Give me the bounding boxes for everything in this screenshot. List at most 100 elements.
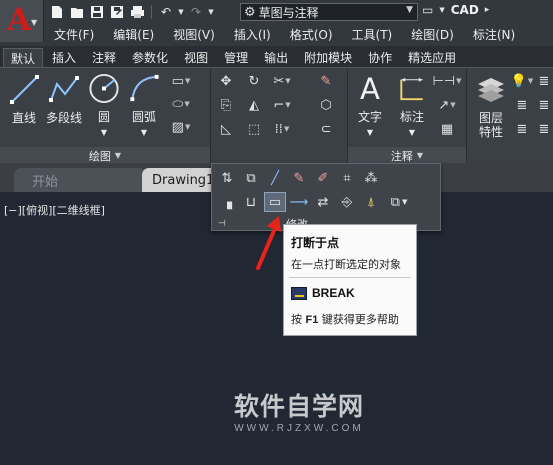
tab-annotate[interactable]: 注释 bbox=[85, 48, 123, 67]
watermark-url: WWW.RJZXW.COM bbox=[234, 423, 364, 434]
menu-insert[interactable]: 插入(I) bbox=[224, 26, 280, 43]
redo-icon[interactable]: ↷ bbox=[187, 3, 205, 21]
edit-polyline-icon[interactable]: ✐ bbox=[312, 168, 334, 188]
menu-format[interactable]: 格式(O) bbox=[280, 26, 342, 43]
trim-tool[interactable]: ✂ ▼ bbox=[271, 71, 293, 91]
chevron-down-icon[interactable]: ▼ bbox=[207, 3, 215, 21]
chevron-down-icon[interactable]: ▼ bbox=[177, 3, 185, 21]
layer-walk-tool[interactable]: ≣ bbox=[533, 119, 553, 139]
change-space-icon[interactable]: ⍋ bbox=[360, 192, 382, 212]
set-by-layer-icon[interactable]: ⎆ bbox=[336, 192, 358, 212]
tab-default[interactable]: 默认 bbox=[3, 48, 44, 67]
stretch-tool[interactable]: ◺ bbox=[215, 119, 237, 139]
linear-dim-tool[interactable]: ⊢⊣ ▼ bbox=[432, 71, 461, 91]
chevron-right-icon[interactable]: ▸ bbox=[485, 5, 490, 15]
draw-panel-footer[interactable]: 绘图 ▼ bbox=[0, 147, 210, 164]
save-as-icon[interactable] bbox=[108, 3, 126, 21]
draworder-icon[interactable]: ⇅ bbox=[216, 168, 238, 188]
table-tool[interactable]: ▦ bbox=[436, 119, 458, 139]
layer-iso-tool[interactable]: ≣ bbox=[511, 119, 533, 139]
move-tool[interactable]: ✥ bbox=[215, 71, 237, 91]
layer-freeze-tool[interactable]: ≣ bbox=[511, 95, 533, 115]
tooltip-title: 打断于点 bbox=[291, 236, 340, 250]
erase-icon[interactable]: ✎ bbox=[288, 168, 310, 188]
offset-tool[interactable]: ⊂ bbox=[315, 119, 337, 139]
layer-stack-icon: ≣ bbox=[538, 73, 550, 89]
new-icon[interactable] bbox=[48, 3, 66, 21]
fillet-tool[interactable]: ⌐ ▼ bbox=[271, 95, 293, 115]
menu-edit[interactable]: 编辑(E) bbox=[103, 26, 163, 43]
tab-manage[interactable]: 管理 bbox=[217, 48, 255, 67]
scale-tool[interactable]: ⬚ bbox=[243, 119, 265, 139]
eraser-icon: ✎ bbox=[320, 73, 332, 89]
tab-drawing1[interactable]: Drawing1 bbox=[142, 168, 222, 192]
hatch-tool[interactable]: ⬭ ▼ bbox=[170, 94, 192, 114]
tab-insert[interactable]: 插入 bbox=[45, 48, 83, 67]
tab-parametric[interactable]: 参数化 bbox=[125, 48, 175, 67]
lengthen-icon[interactable]: ╱ bbox=[264, 168, 286, 188]
workspace-switcher[interactable]: ⚙ 草图与注释 ▼ bbox=[240, 3, 418, 21]
text-button[interactable]: A 文字 ▼ bbox=[350, 70, 390, 140]
mirror-tool[interactable]: ◭ bbox=[243, 95, 265, 115]
tab-view[interactable]: 视图 bbox=[177, 48, 215, 67]
join-icon[interactable]: ⟶ bbox=[288, 192, 310, 212]
polyline-button[interactable]: 多段线 bbox=[44, 70, 84, 140]
annotation-panel: A 文字 ▼ 标注 ▼ ⊢⊣ ▼ ↗ ▼ ▦ 注释 ▼ bbox=[348, 68, 467, 164]
region-tool[interactable]: ▨ ▼ bbox=[170, 117, 192, 137]
tab-start[interactable]: 开始 bbox=[14, 168, 146, 192]
menu-bar: 文件(F) 编辑(E) 视图(V) 插入(I) 格式(O) 工具(T) 绘图(D… bbox=[44, 25, 524, 43]
annotation-panel-footer[interactable]: 注释 ▼ bbox=[348, 147, 466, 164]
layer-stack-icon: ≣ bbox=[538, 121, 550, 137]
draw-panel-title: 绘图 bbox=[88, 149, 111, 163]
polyline-label: 多段线 bbox=[45, 111, 82, 125]
reverse-icon[interactable]: ⇄ bbox=[312, 192, 334, 212]
menu-draw[interactable]: 绘图(D) bbox=[401, 26, 463, 43]
align-icon[interactable]: ▗ bbox=[216, 192, 238, 212]
erase-tool[interactable]: ✎ bbox=[315, 71, 337, 91]
array-tool[interactable]: ⁞⁞ ▼ bbox=[271, 119, 293, 139]
save-icon[interactable] bbox=[88, 3, 106, 21]
dimension-button[interactable]: 标注 ▼ bbox=[392, 70, 432, 140]
arc-button[interactable]: 圆弧 ▼ bbox=[124, 70, 164, 140]
rotate-icon: ↻ bbox=[248, 73, 260, 89]
copy-nested-icon[interactable]: ⧉ ▼ bbox=[384, 192, 414, 212]
line-button[interactable]: 直线 bbox=[4, 70, 44, 140]
table-icon: ▦ bbox=[440, 121, 454, 137]
print-icon[interactable] bbox=[128, 3, 146, 21]
tab-collaborate[interactable]: 协作 bbox=[361, 48, 399, 67]
explode-icon: ⬡ bbox=[320, 97, 332, 113]
layer-bulb-tool[interactable]: 💡 ▼ bbox=[511, 71, 534, 91]
edit-array-icon[interactable]: ⁂ bbox=[360, 168, 382, 188]
layer-match-tool[interactable]: ≣ bbox=[533, 95, 553, 115]
pin-icon[interactable]: ⊣ bbox=[218, 219, 226, 229]
menu-tools[interactable]: 工具(T) bbox=[342, 26, 402, 43]
tab-featured-apps[interactable]: 精选应用 bbox=[401, 48, 463, 67]
tab-addins[interactable]: 附加模块 bbox=[297, 48, 359, 67]
rotate-tool[interactable]: ↻ bbox=[243, 71, 265, 91]
undo-icon[interactable]: ↶ bbox=[157, 3, 175, 21]
share-icon[interactable]: ▭ bbox=[422, 3, 433, 17]
watermark-title: 软件自学网 bbox=[233, 392, 364, 421]
app-badge: CAD bbox=[450, 3, 479, 17]
array-icon: ⁞⁞ bbox=[274, 121, 283, 137]
layer-state-tool[interactable]: ≣ bbox=[533, 71, 553, 91]
layer-properties-button[interactable]: 图层 特性 bbox=[471, 70, 511, 140]
tab-output[interactable]: 输出 bbox=[257, 48, 295, 67]
edit-hatch-icon[interactable]: ⌗ bbox=[336, 168, 358, 188]
copy-tool[interactable]: ⎘ bbox=[215, 95, 237, 115]
rectangle-tool[interactable]: ▭ ▼ bbox=[170, 71, 192, 91]
circle-button[interactable]: 圆 ▼ bbox=[84, 70, 124, 140]
line-label: 直线 bbox=[11, 111, 36, 125]
viewport-controls[interactable]: [−][俯视][二维线框] bbox=[4, 202, 105, 218]
menu-dimension[interactable]: 标注(N) bbox=[463, 26, 524, 43]
overkill-icon[interactable]: ⧉ bbox=[240, 168, 262, 188]
application-menu-button[interactable]: A ▼ bbox=[0, 0, 44, 42]
explode-tool[interactable]: ⬡ bbox=[315, 95, 337, 115]
menu-file[interactable]: 文件(F) bbox=[44, 26, 103, 43]
menu-view[interactable]: 视图(V) bbox=[163, 26, 224, 43]
open-icon[interactable] bbox=[68, 3, 86, 21]
leader-tool[interactable]: ↗ ▼ bbox=[436, 95, 458, 115]
chevron-down-icon[interactable]: ▼ bbox=[439, 6, 444, 14]
break-icon[interactable]: ⊔ bbox=[240, 192, 262, 212]
break-at-point-icon[interactable]: ▭ bbox=[264, 192, 286, 212]
